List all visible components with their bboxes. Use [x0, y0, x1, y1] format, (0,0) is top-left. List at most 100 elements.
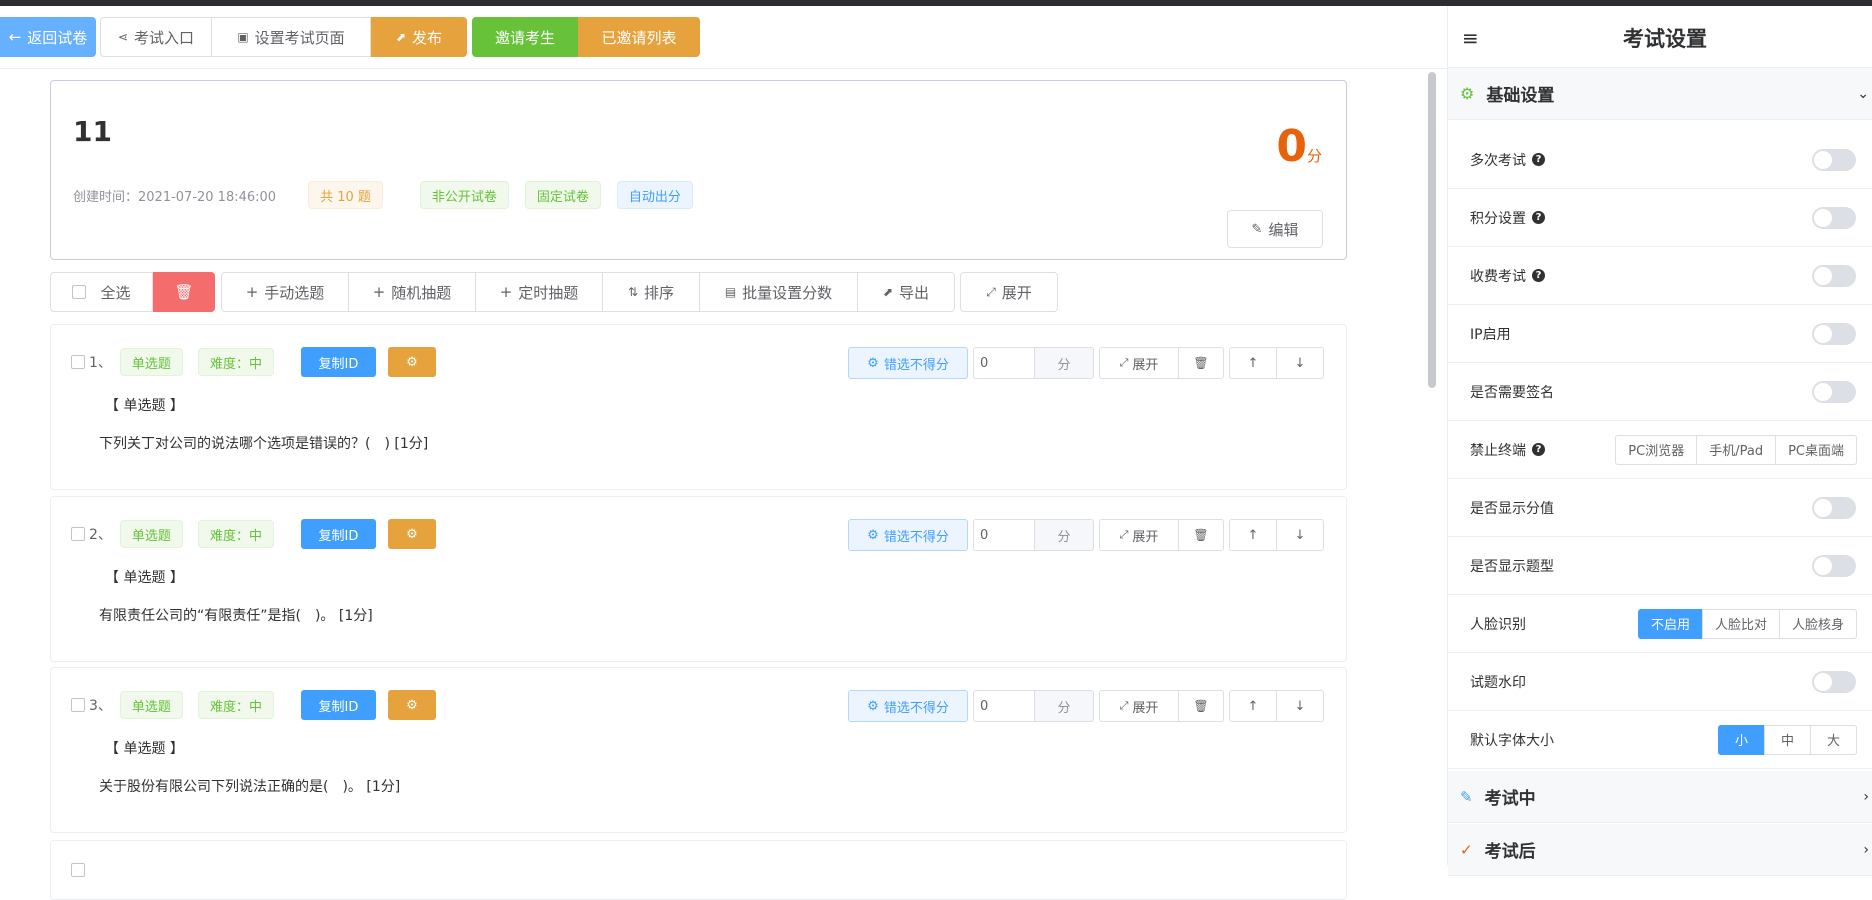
question-header: 2、 单选题 难度：中 复制ID ⚙: [71, 519, 436, 549]
created-time: 创建时间：2021-07-20 18:46:00: [73, 189, 277, 205]
question-text: 有限责任公司的“有限责任”是指( )。 [1分]: [99, 608, 373, 624]
score-unit: 分: [1034, 519, 1094, 551]
expand-question-button[interactable]: ⤢ 展开: [1099, 690, 1179, 722]
move-up-button[interactable]: ↑: [1229, 519, 1277, 551]
setting-multiple-attempts: 多次考试?: [1448, 131, 1872, 189]
move-up-button[interactable]: ↑: [1229, 690, 1277, 722]
paid-exam-switch[interactable]: [1812, 264, 1856, 287]
expand-question-button[interactable]: ⤢ 展开: [1099, 347, 1179, 379]
checkbox-icon: [72, 285, 87, 299]
move-down-button[interactable]: ↓: [1276, 690, 1324, 722]
expand-question-button[interactable]: ⤢ 展开: [1099, 519, 1179, 551]
expand-all-button[interactable]: ⤢ 展开: [960, 272, 1058, 312]
question-card: 2、 单选题 难度：中 复制ID ⚙ ⚙ 错选不得分 0 分 ⤢ 展开 🗑 ↑ ↓ …: [50, 496, 1347, 662]
terminal-mobile-pad[interactable]: 手机/Pad: [1696, 434, 1777, 465]
question-number: 1、: [89, 355, 112, 371]
multiple-attempts-switch[interactable]: [1812, 148, 1856, 171]
question-type-tag: 单选题: [119, 348, 183, 376]
menu-fold-icon[interactable]: ≡: [1462, 26, 1479, 50]
export-icon: ⬈: [882, 285, 894, 299]
terminal-pc-browser[interactable]: PC浏览器: [1615, 434, 1698, 465]
face-compare[interactable]: 人脸比对: [1701, 608, 1780, 639]
delete-selected-button[interactable]: 🗑: [153, 272, 215, 312]
font-size-medium[interactable]: 中: [1764, 724, 1811, 755]
help-icon[interactable]: ?: [1532, 153, 1545, 166]
settings-button[interactable]: ⚙: [387, 347, 436, 377]
copy-id-button[interactable]: 复制ID: [300, 690, 376, 720]
settings-button[interactable]: ⚙: [387, 519, 436, 549]
sort-icon: ⇅: [627, 285, 639, 299]
copy-id-button[interactable]: 复制ID: [300, 347, 376, 377]
question-checkbox[interactable]: [71, 527, 85, 541]
signature-switch[interactable]: [1812, 380, 1856, 403]
paper-total-score: 0分: [1276, 121, 1322, 172]
question-number: 2、: [89, 527, 112, 543]
settings-header: ≡ 考试设置: [1448, 6, 1872, 68]
font-size-large[interactable]: 大: [1810, 724, 1857, 755]
points-switch[interactable]: [1812, 206, 1856, 229]
question-type-label: 【 单选题 】: [105, 570, 184, 586]
face-disabled[interactable]: 不启用: [1637, 608, 1703, 639]
back-to-paper-button[interactable]: ← 返回试卷: [0, 17, 96, 57]
sort-button[interactable]: ⇅ 排序: [602, 272, 700, 312]
chevron-right-icon: ›: [1863, 788, 1869, 805]
random-draw-button[interactable]: + 随机抽题: [348, 272, 476, 312]
delete-question-button[interactable]: 🗑: [1178, 519, 1224, 551]
gear-icon: ⚙: [406, 526, 418, 542]
chevron-right-icon: ›: [1863, 841, 1869, 858]
help-icon[interactable]: ?: [1532, 211, 1545, 224]
move-down-button[interactable]: ↓: [1276, 347, 1324, 379]
watermark-switch[interactable]: [1812, 670, 1856, 693]
batch-score-button[interactable]: ▤ 批量设置分数: [699, 272, 858, 312]
setting-watermark: 试题水印: [1448, 653, 1872, 711]
edit-icon: ✎: [1460, 787, 1473, 806]
select-all-checkbox[interactable]: 全选: [50, 272, 153, 312]
score-input[interactable]: 0: [973, 690, 1035, 722]
invite-examinees-button[interactable]: 邀请考生: [472, 17, 578, 57]
setting-show-score: 是否显示分值: [1448, 479, 1872, 537]
question-checkbox[interactable]: [71, 355, 85, 369]
edit-paper-button[interactable]: ✎ 编辑: [1227, 210, 1323, 248]
wrong-no-score-button[interactable]: ⚙ 错选不得分: [848, 690, 968, 722]
score-unit: 分: [1034, 347, 1094, 379]
set-exam-page-button[interactable]: ▣ 设置考试页面: [211, 17, 371, 57]
expand-icon: ⤢: [986, 284, 996, 299]
invited-list-button[interactable]: 已邀请列表: [578, 17, 700, 57]
after-exam-section[interactable]: ✓ 考试后 ›: [1448, 824, 1872, 876]
main-scrollbar[interactable]: [1428, 72, 1436, 388]
basic-settings-section[interactable]: ⚙ 基础设置 ⌄: [1448, 68, 1872, 120]
move-down-button[interactable]: ↓: [1276, 519, 1324, 551]
question-actions: ⚙ 错选不得分 0 分 ⤢ 展开 🗑 ↑ ↓: [848, 347, 1324, 379]
face-verify[interactable]: 人脸核身: [1778, 608, 1857, 639]
export-button[interactable]: ⬈ 导出: [857, 272, 955, 312]
question-number: 3、: [89, 698, 112, 714]
manual-select-button[interactable]: + 手动选题: [221, 272, 349, 312]
wrong-no-score-button[interactable]: ⚙ 错选不得分: [848, 519, 968, 551]
timed-draw-button[interactable]: + 定时抽题: [475, 272, 603, 312]
help-icon[interactable]: ?: [1532, 443, 1545, 456]
delete-question-button[interactable]: 🗑: [1178, 690, 1224, 722]
difficulty-tag: 难度：中: [197, 520, 274, 548]
terminal-pc-desktop[interactable]: PC桌面端: [1775, 434, 1857, 465]
question-card: 3、 单选题 难度：中 复制ID ⚙ ⚙ 错选不得分 0 分 ⤢ 展开 🗑 ↑ ↓ …: [50, 667, 1347, 833]
copy-id-button[interactable]: 复制ID: [300, 519, 376, 549]
settings-button[interactable]: ⚙: [387, 690, 436, 720]
delete-question-button[interactable]: 🗑: [1178, 347, 1224, 379]
arrow-left-icon: ←: [8, 28, 22, 46]
font-size-small[interactable]: 小: [1718, 724, 1765, 755]
ip-enable-switch[interactable]: [1812, 322, 1856, 345]
score-input[interactable]: 0: [973, 347, 1035, 379]
move-up-button[interactable]: ↑: [1229, 347, 1277, 379]
during-exam-section[interactable]: ✎ 考试中 ›: [1448, 771, 1872, 823]
question-checkbox[interactable]: [71, 863, 85, 877]
setting-points: 积分设置?: [1448, 189, 1872, 247]
wrong-no-score-button[interactable]: ⚙ 错选不得分: [848, 347, 968, 379]
exam-entry-button[interactable]: ⋖ 考试入口: [100, 17, 212, 57]
publish-button[interactable]: ⬈ 发布: [371, 17, 467, 57]
show-type-switch[interactable]: [1812, 554, 1856, 577]
help-icon[interactable]: ?: [1532, 269, 1545, 282]
show-score-switch[interactable]: [1812, 496, 1856, 519]
question-checkbox[interactable]: [71, 698, 85, 712]
fixed-paper-tag: 固定试卷: [524, 181, 601, 209]
score-input[interactable]: 0: [973, 519, 1035, 551]
